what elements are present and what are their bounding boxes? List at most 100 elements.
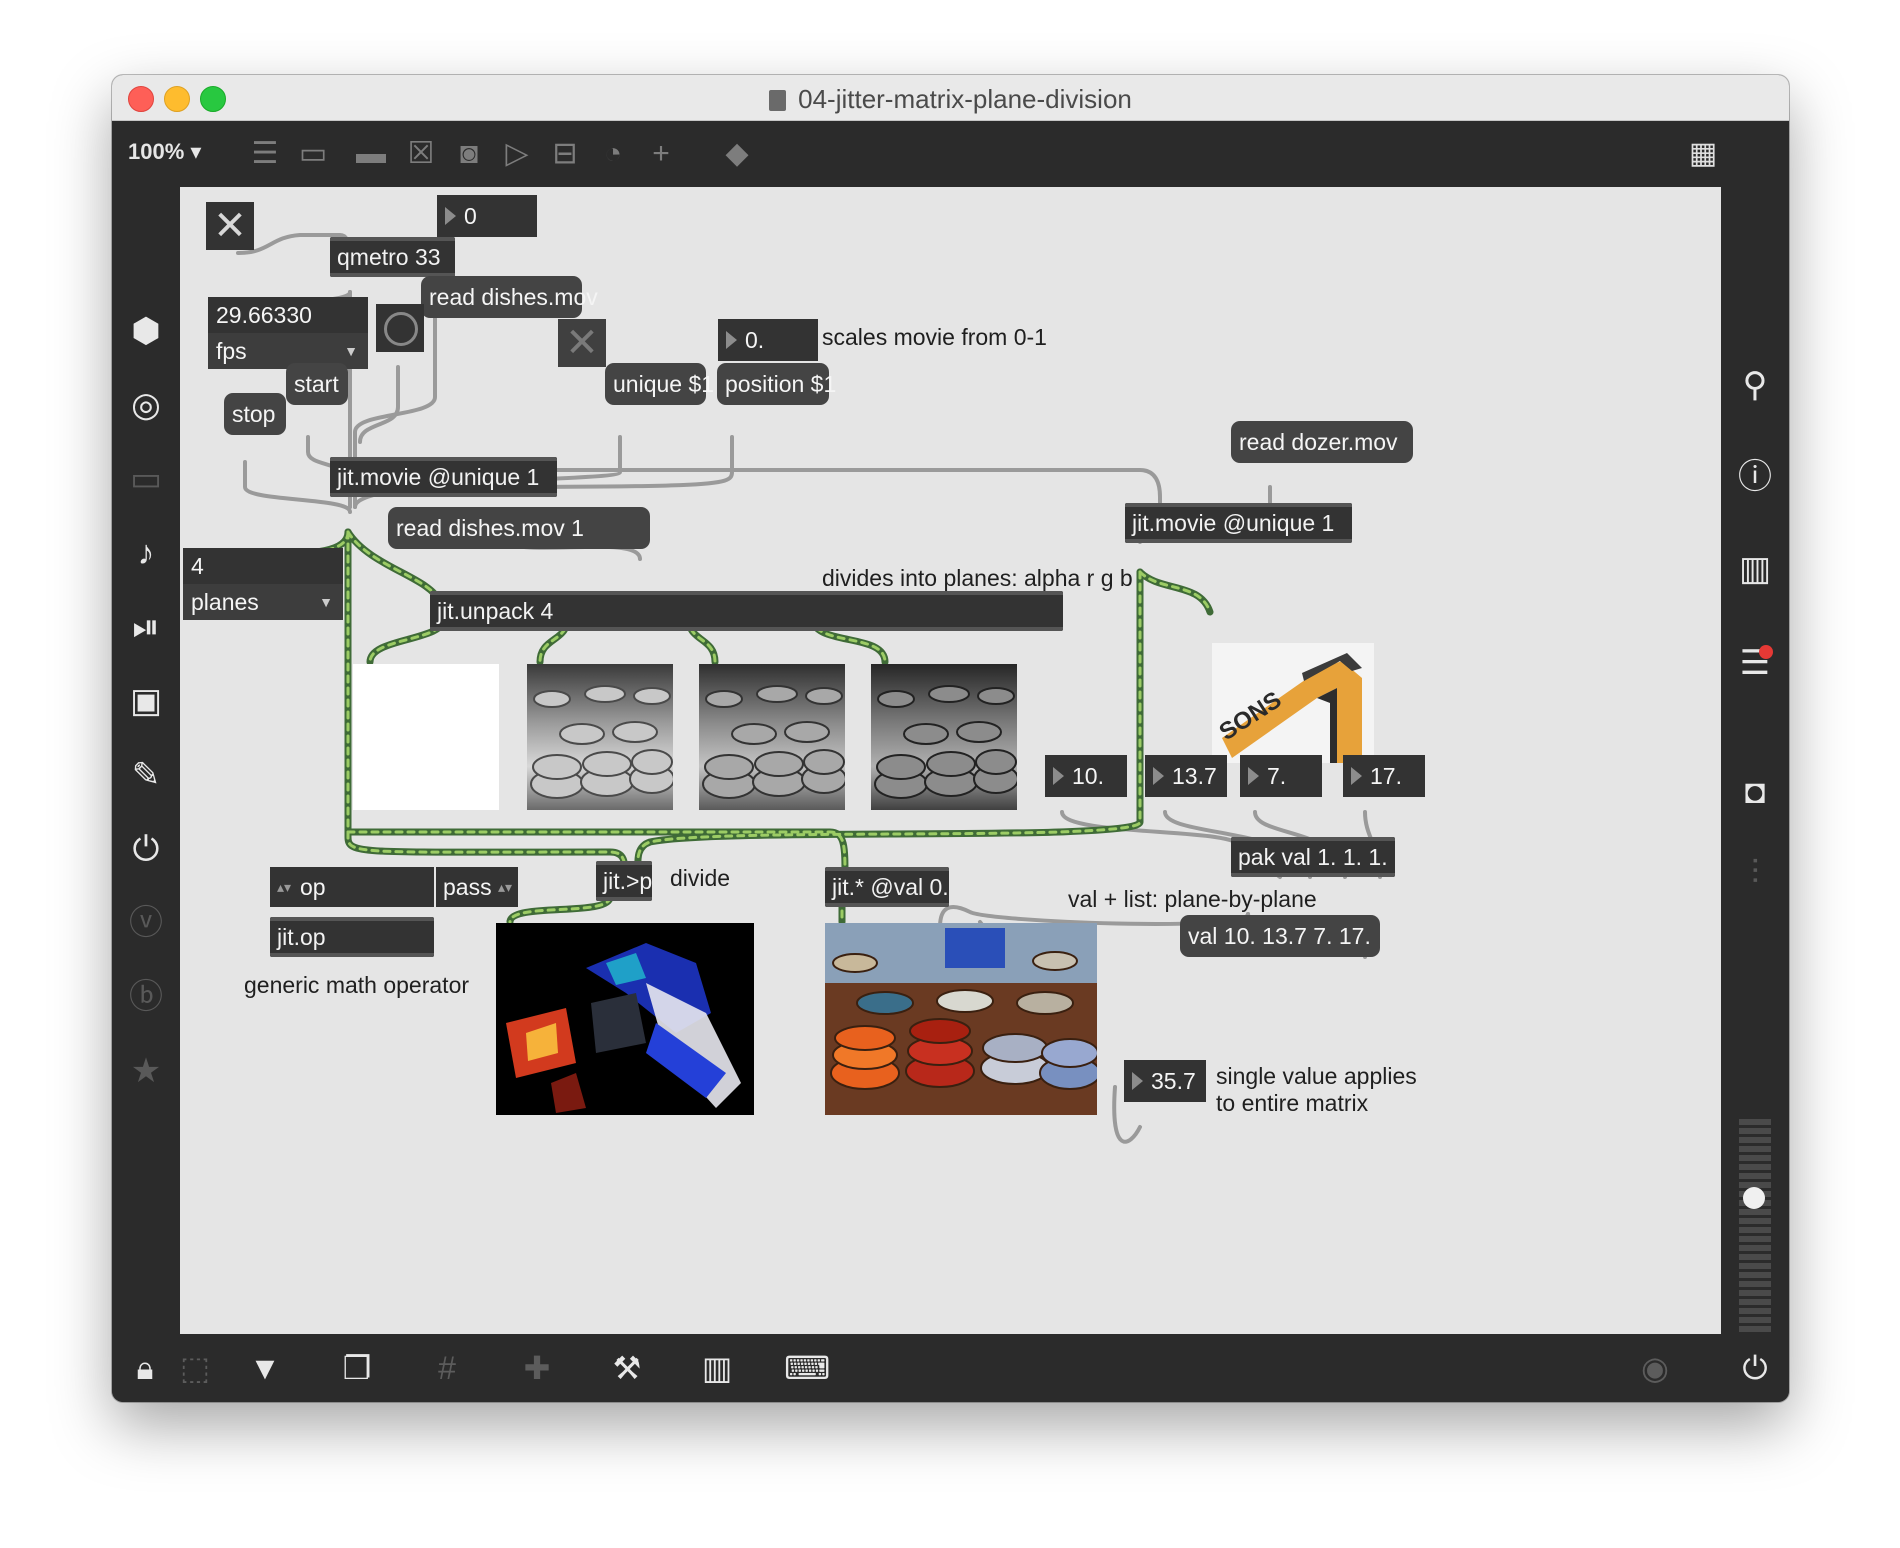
power-icon[interactable]: ⏻ (1732, 1348, 1778, 1388)
number-box-icon[interactable]: ▷ (496, 135, 538, 173)
select-icon[interactable]: ⬚ (172, 1348, 218, 1388)
position-number-value: 0. (745, 327, 765, 353)
patcher-canvas[interactable]: ✕ 0 qmetro 33 29.66330 fps ▼ read dishes.… (180, 187, 1721, 1334)
message-read-dishes-reply[interactable]: read dishes.mov 1 (388, 507, 650, 549)
message-start[interactable]: start (286, 363, 348, 405)
message-position[interactable]: position $1 (717, 363, 836, 405)
green-plane-display[interactable] (699, 664, 845, 810)
object-pak[interactable]: pak val 1. 1. 1. 1. (1231, 837, 1395, 877)
planes-attribute-menu[interactable]: planes ▼ (183, 584, 343, 620)
info-icon[interactable]: ⓘ (1721, 457, 1789, 497)
v-icon[interactable]: ⓥ (112, 903, 180, 943)
divide-comment-text: divide (670, 865, 731, 891)
add-object-icon[interactable]: + (640, 135, 682, 173)
message-val-list[interactable]: val 10. 13.7 7. 17. (1180, 915, 1380, 957)
book-icon[interactable]: ▥ (1721, 549, 1789, 589)
message-stop[interactable]: stop (224, 393, 286, 435)
object-qmetro[interactable]: qmetro 33 (330, 237, 455, 277)
volume-slider-knob[interactable] (1743, 1187, 1765, 1209)
number-box-c-value: 7. (1267, 763, 1287, 789)
object-jit-gtp[interactable]: jit.>p (596, 861, 652, 901)
object-jit-op[interactable]: jit.op (270, 917, 434, 957)
object-jit-gtp-label: jit.>p (603, 868, 652, 894)
object-jit-movie-1[interactable]: jit.movie @unique 1 (330, 457, 557, 497)
red-plane-display[interactable] (527, 664, 673, 810)
paint-bucket-icon[interactable]: ◆ (716, 135, 758, 173)
zoom-menu[interactable]: 100% ▾ (128, 139, 201, 165)
fps-number-display[interactable]: 29.66330 (208, 297, 368, 333)
number-box-d[interactable]: 17. (1343, 755, 1425, 797)
star-icon[interactable]: ★ (112, 1051, 180, 1091)
dial-icon[interactable]: ◔ (592, 135, 634, 173)
list-icon[interactable]: ☰ (1721, 643, 1789, 683)
piano-icon[interactable]: ▥ (694, 1348, 740, 1388)
number-box-b[interactable]: 13.7 (1145, 755, 1227, 797)
planes-number-display[interactable]: 4 (183, 548, 343, 584)
message-unique[interactable]: unique $1 (605, 363, 714, 405)
planes-comment: divides into planes: alpha r g b (822, 565, 1133, 592)
snapshot-icon[interactable]: ◘ (1721, 772, 1789, 812)
object-jit-mul[interactable]: jit.* @val 0.5 (825, 867, 949, 907)
alpha-plane-display[interactable] (353, 664, 499, 810)
wrench-icon[interactable]: ⚒ (604, 1348, 650, 1388)
patcher-window: 04-jitter-matrix-plane-division 100% ▾ ☰… (112, 75, 1789, 1402)
film-icon[interactable]: ▭ (112, 459, 180, 499)
planes-comment-text: divides into planes: alpha r g b (822, 565, 1133, 591)
single-value-number: 35.7 (1151, 1068, 1196, 1094)
dozer-video-display[interactable]: SONS (1212, 643, 1374, 763)
notification-badge (1759, 645, 1773, 659)
number-box-c[interactable]: 7. (1240, 755, 1322, 797)
transport-icon[interactable]: ◉ (1632, 1348, 1678, 1388)
b-icon[interactable]: ⓑ (112, 977, 180, 1017)
number-box-a[interactable]: 10. (1045, 755, 1127, 797)
mixer-icon[interactable]: ⫶ (1721, 853, 1789, 893)
slider-icon[interactable]: ⊟ (544, 135, 586, 173)
pass-menu-label: pass (443, 874, 492, 900)
target-icon[interactable]: ◎ (112, 385, 180, 425)
cord-bang-movie (358, 365, 400, 444)
plug-icon[interactable]: ⏻ (112, 829, 180, 869)
comment-icon[interactable]: ▬ (350, 135, 392, 173)
main-toggle[interactable]: ✕ (206, 202, 254, 250)
cube-icon[interactable]: ⬢ (112, 311, 180, 351)
presentation-icon[interactable]: ▼ (242, 1348, 288, 1388)
chevron-down-icon: ▼ (319, 594, 333, 610)
patcher-grid-icon[interactable]: ▦ (1682, 135, 1724, 173)
unique-toggle[interactable]: ✕ (558, 319, 606, 367)
paperclip-icon[interactable]: ✎ (112, 755, 180, 795)
divide-result-display[interactable] (496, 923, 754, 1115)
message-box-icon[interactable]: ▭ (292, 135, 334, 173)
multiply-result-display[interactable] (825, 923, 1097, 1115)
number-box-zero-value: 0 (464, 203, 477, 229)
search-icon[interactable]: ⚲ (1721, 365, 1789, 405)
number-box-zero[interactable]: 0 (437, 195, 537, 237)
pass-menu[interactable]: pass ▴▾ (436, 867, 518, 907)
add-pin-icon[interactable]: ✚ (514, 1348, 560, 1388)
image-icon[interactable]: ▣ (112, 681, 180, 721)
media-player-icon[interactable]: ⏯ (112, 607, 180, 647)
keyboard-icon[interactable]: ⌨ (784, 1348, 830, 1388)
toggle-icon[interactable]: ☒ (400, 135, 442, 173)
blue-plane-display[interactable] (871, 664, 1017, 810)
stepper-icon: ▴▾ (497, 879, 512, 895)
object-jit-movie-2[interactable]: jit.movie @unique 1 (1125, 503, 1352, 543)
unique-toggle-mark: ✕ (565, 321, 599, 365)
op-menu[interactable]: ▴▾ op (270, 867, 434, 907)
layers-icon[interactable]: ❐ (334, 1348, 380, 1388)
grid-icon[interactable]: # (424, 1348, 470, 1388)
music-note-icon[interactable]: ♪ (112, 533, 180, 573)
message-read-dishes[interactable]: read dishes.mov (421, 276, 598, 318)
lock-icon[interactable]: 🔒︎ (122, 1348, 168, 1388)
fps-menu-label: fps (216, 338, 247, 364)
button-icon[interactable]: ◙ (448, 135, 490, 173)
divide-result-frame (496, 923, 754, 1115)
single-value-number-box[interactable]: 35.7 (1124, 1060, 1206, 1102)
zoom-value: 100% (128, 139, 185, 164)
object-jit-unpack[interactable]: jit.unpack 4 (430, 591, 1063, 631)
position-number-box[interactable]: 0. (718, 319, 818, 361)
object-box-icon[interactable]: ☰ (244, 135, 286, 173)
generic-comment-text: generic math operator (244, 972, 470, 998)
message-read-dozer[interactable]: read dozer.mov (1231, 421, 1413, 463)
number-box-b-value: 13.7 (1172, 763, 1217, 789)
bang-button[interactable] (376, 304, 424, 352)
